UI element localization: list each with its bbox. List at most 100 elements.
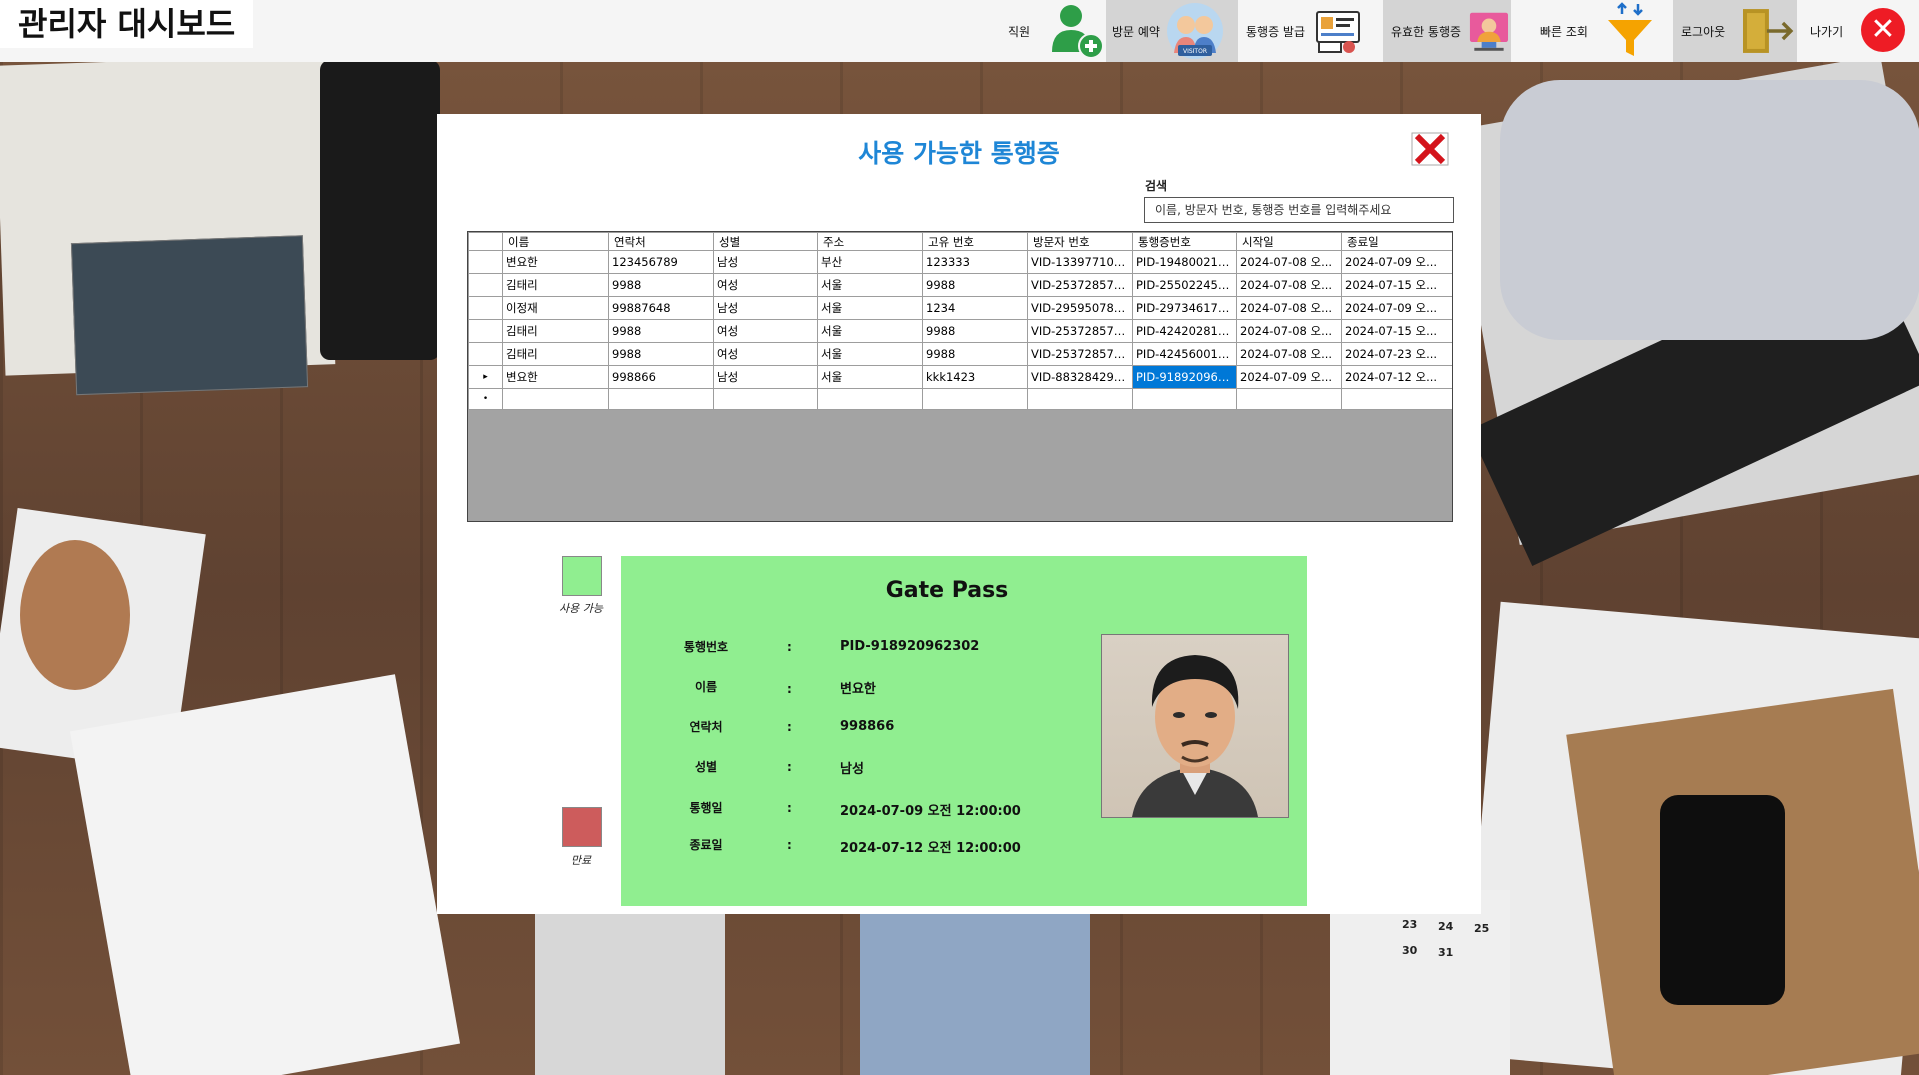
cell-gender[interactable]: 남성 [713,365,818,389]
table-row[interactable]: 김태리 9988 여성 서울 9988 VID-2537285745... PI… [468,319,1452,343]
empty-cell[interactable] [608,388,714,410]
cell-address[interactable]: 서울 [817,342,923,366]
cell-unique-id[interactable]: 9988 [922,342,1028,366]
column-header-end-date[interactable]: 종료일 [1341,232,1452,251]
cell-visitor-id[interactable]: VID-2537285745... [1027,273,1133,297]
column-header-address[interactable]: 주소 [817,232,923,251]
cell-name[interactable]: 김태리 [502,273,609,297]
cell-pass-id[interactable]: PID-2550224538... [1132,273,1237,297]
cell-end-date[interactable]: 2024-07-15 오... [1341,273,1452,297]
row-header-cell[interactable] [468,319,503,343]
cell-gender[interactable]: 여성 [713,319,818,343]
cell-visitor-id[interactable]: VID-1339771067... [1027,250,1133,274]
column-header-unique-id[interactable]: 고유 번호 [922,232,1028,251]
cell-address[interactable]: 부산 [817,250,923,274]
empty-cell[interactable] [713,388,818,410]
column-header-name[interactable]: 이름 [502,232,609,251]
cell-phone[interactable]: 9988 [608,319,714,343]
empty-cell[interactable] [1132,388,1237,410]
cell-name[interactable]: 김태리 [502,319,609,343]
cell-start-date[interactable]: 2024-07-08 오... [1236,273,1342,297]
search-input[interactable] [1144,197,1454,223]
close-icon[interactable]: ✕ [1861,8,1905,52]
nav-exit-label-item[interactable]: 나가기 [1810,0,1843,62]
search-label: 검색 [1145,179,1168,193]
cell-unique-id[interactable]: 9988 [922,319,1028,343]
cell-address[interactable]: 서울 [817,365,923,389]
cell-name[interactable]: 이정재 [502,296,609,320]
table-row-selected[interactable]: ▸ 변요한 998866 남성 서울 kkk1423 VID-883284295… [468,365,1452,389]
cell-start-date[interactable]: 2024-07-09 오... [1236,365,1342,389]
cell-pass-id-selected[interactable]: PID-918920962302 [1132,365,1237,389]
column-header-phone[interactable]: 연락처 [608,232,714,251]
table-row[interactable]: 김태리 9988 여성 서울 9988 VID-2537285745... PI… [468,342,1452,366]
table-row[interactable]: 김태리 9988 여성 서울 9988 VID-2537285745... PI… [468,273,1452,297]
row-header-cell[interactable] [468,296,503,320]
column-header-pass-id[interactable]: 통행증번호 [1132,232,1237,251]
cell-pass-id[interactable]: PID-1948002143... [1132,250,1237,274]
cell-address[interactable]: 서울 [817,273,923,297]
cell-phone[interactable]: 998866 [608,365,714,389]
pass-data-grid[interactable]: 이름 연락처 성별 주소 고유 번호 방문자 번호 통행증번호 시작일 종료일 … [467,231,1453,522]
empty-cell[interactable] [502,388,609,410]
cell-unique-id[interactable]: 9988 [922,273,1028,297]
cell-gender[interactable]: 여성 [713,342,818,366]
empty-cell[interactable] [1341,388,1452,410]
cell-visitor-id[interactable]: VID-2537285745... [1027,319,1133,343]
nav-valid-pass-button[interactable]: 유효한 통행증 [1383,0,1511,62]
row-header-cell[interactable] [468,250,503,274]
cell-start-date[interactable]: 2024-07-08 오... [1236,319,1342,343]
empty-cell[interactable] [922,388,1028,410]
cell-name[interactable]: 변요한 [502,250,609,274]
nav-logout-button[interactable]: 로그아웃 [1673,0,1797,62]
cell-name[interactable]: 변요한 [502,365,609,389]
table-row[interactable]: 변요한 123456789 남성 부산 123333 VID-133977106… [468,250,1452,274]
cell-name[interactable]: 김태리 [502,342,609,366]
cell-end-date[interactable]: 2024-07-09 오... [1341,250,1452,274]
column-header-start-date[interactable]: 시작일 [1236,232,1342,251]
cell-unique-id[interactable]: 123333 [922,250,1028,274]
cell-phone[interactable]: 9988 [608,342,714,366]
cell-start-date[interactable]: 2024-07-08 오... [1236,342,1342,366]
cell-gender[interactable]: 남성 [713,250,818,274]
app-title: 관리자 대시보드 [0,0,254,48]
empty-cell[interactable] [1236,388,1342,410]
nav-pass-issue-button[interactable]: 통행증 발급 [1238,0,1363,62]
empty-cell[interactable] [1027,388,1133,410]
new-row-marker[interactable]: • [468,388,503,410]
table-row[interactable]: 이정재 99887648 남성 서울 1234 VID-2959507836..… [468,296,1452,320]
table-new-row[interactable]: • [468,388,1452,410]
empty-cell[interactable] [817,388,923,410]
cell-pass-id[interactable]: PID-2973461753... [1132,296,1237,320]
cell-unique-id[interactable]: 1234 [922,296,1028,320]
cell-phone[interactable]: 123456789 [608,250,714,274]
cell-phone[interactable]: 9988 [608,273,714,297]
cell-visitor-id[interactable]: VID-2537285745... [1027,342,1133,366]
column-header-visitor-id[interactable]: 방문자 번호 [1027,232,1133,251]
nav-quick-lookup-button[interactable]: 빠른 조회 [1540,0,1656,62]
row-header-cell[interactable] [468,273,503,297]
cell-end-date[interactable]: 2024-07-23 오... [1341,342,1452,366]
cell-gender[interactable]: 여성 [713,273,818,297]
cell-visitor-id[interactable]: VID-2959507836... [1027,296,1133,320]
cell-visitor-id[interactable]: VID-883284295087 [1027,365,1133,389]
cell-address[interactable]: 서울 [817,319,923,343]
cell-address[interactable]: 서울 [817,296,923,320]
row-header-cell[interactable] [468,342,503,366]
cell-unique-id[interactable]: kkk1423 [922,365,1028,389]
cell-end-date[interactable]: 2024-07-15 오... [1341,319,1452,343]
column-header-gender[interactable]: 성별 [713,232,818,251]
cell-pass-id[interactable]: PID-4245600168... [1132,342,1237,366]
row-selected-marker[interactable]: ▸ [468,365,503,389]
cell-pass-id[interactable]: PID-4242028183... [1132,319,1237,343]
nav-staff-button[interactable]: 직원 [1000,0,1106,62]
cell-start-date[interactable]: 2024-07-08 오... [1236,296,1342,320]
cell-phone[interactable]: 99887648 [608,296,714,320]
nav-visit-booking-button[interactable]: 방문 예약 VISITOR [1106,0,1238,62]
cell-start-date[interactable]: 2024-07-08 오... [1236,250,1342,274]
newspaper-image [0,54,336,396]
cell-end-date[interactable]: 2024-07-09 오... [1341,296,1452,320]
cell-gender[interactable]: 남성 [713,296,818,320]
dialog-close-icon[interactable] [1411,132,1449,166]
cell-end-date[interactable]: 2024-07-12 오... [1341,365,1452,389]
